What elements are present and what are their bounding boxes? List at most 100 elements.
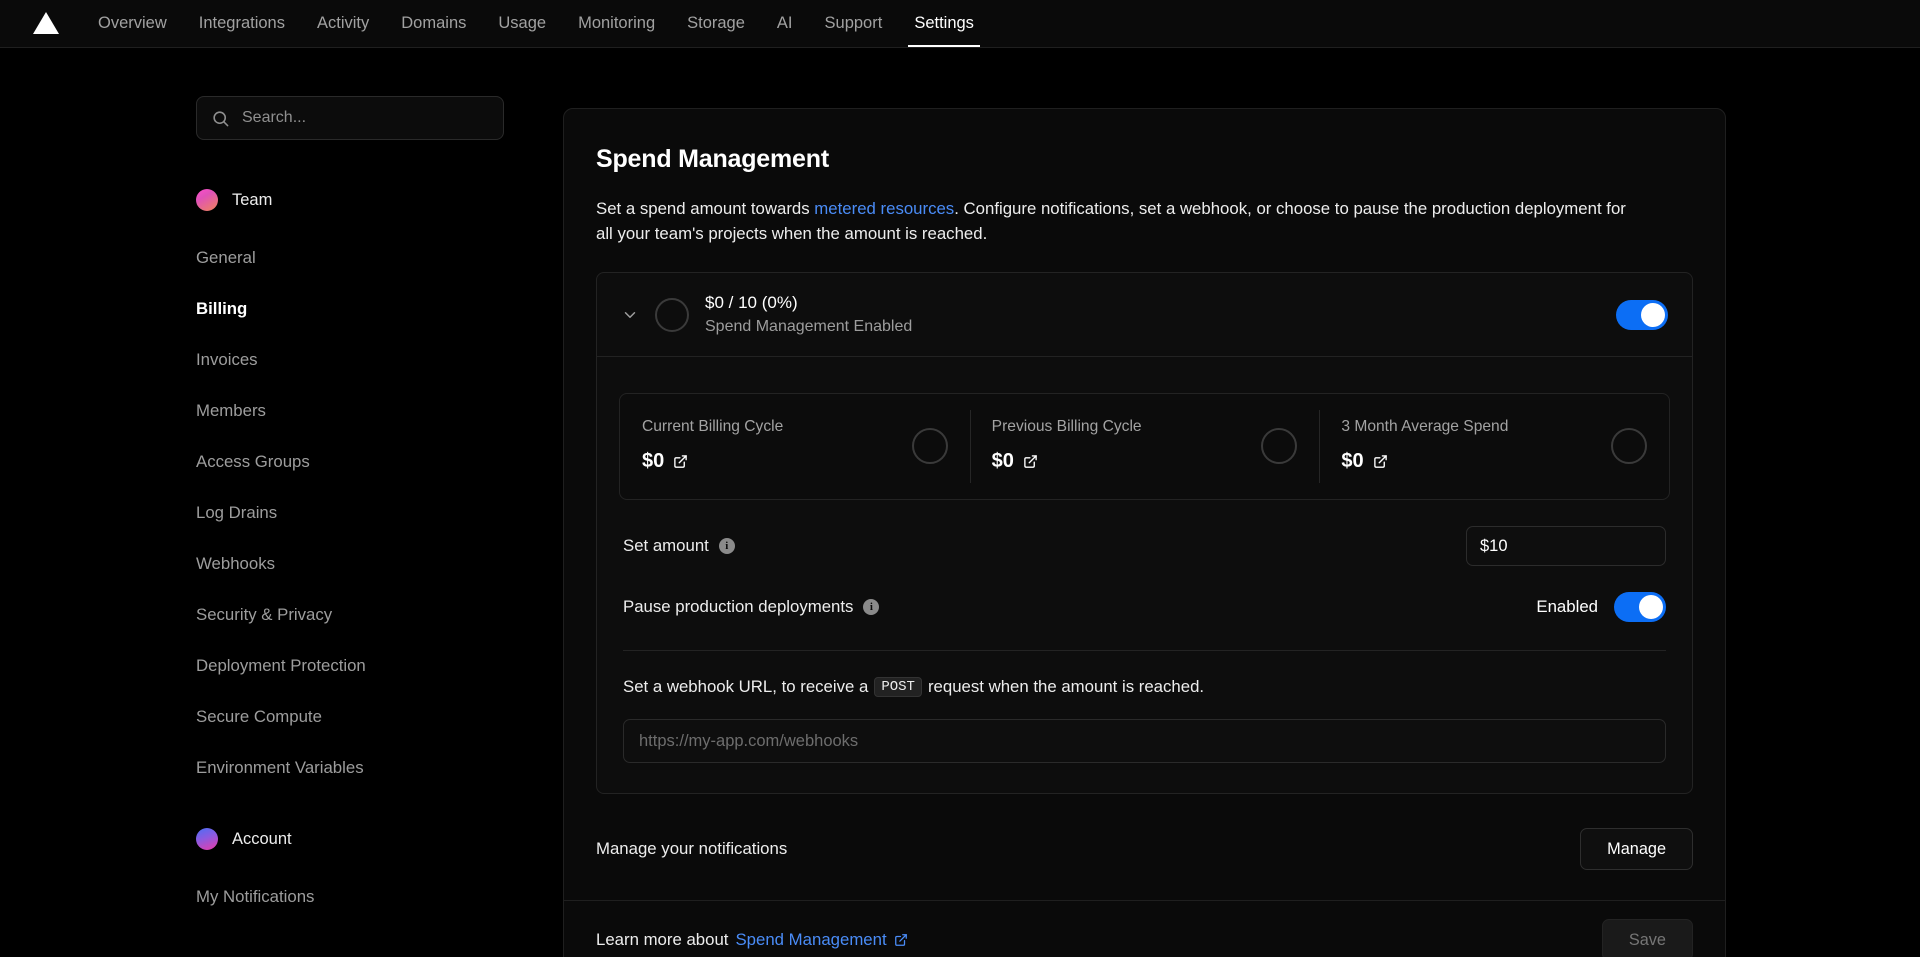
settings-sidebar: Search... Team GeneralBillingInvoicesMem… bbox=[0, 48, 563, 957]
card-footer: Learn more about Spend Management Save bbox=[564, 900, 1725, 957]
sidebar-team-items: GeneralBillingInvoicesMembersAccess Grou… bbox=[196, 232, 563, 793]
top-nav-item-usage[interactable]: Usage bbox=[482, 0, 562, 47]
cycle-text: Current Billing Cycle $0 bbox=[642, 418, 783, 473]
sidebar-item-environment-variables[interactable]: Environment Variables bbox=[196, 742, 563, 793]
webhook-url-input[interactable] bbox=[623, 719, 1666, 763]
billing-cycle-card: Current Billing Cycle $0 bbox=[620, 394, 970, 499]
pause-toggle-group: Enabled bbox=[1536, 592, 1666, 622]
set-amount-label-group: Set amount i bbox=[623, 536, 735, 556]
spend-progress-ring bbox=[655, 298, 689, 332]
top-nav-item-integrations[interactable]: Integrations bbox=[183, 0, 301, 47]
external-link-icon[interactable] bbox=[673, 454, 688, 469]
sidebar-team-section: Team GeneralBillingInvoicesMembersAccess… bbox=[196, 182, 563, 793]
sidebar-group-account[interactable]: Account bbox=[196, 821, 563, 857]
triangle-logo-icon bbox=[33, 12, 59, 34]
search-input[interactable]: Search... bbox=[196, 96, 504, 140]
top-nav-item-domains[interactable]: Domains bbox=[385, 0, 482, 47]
cycle-label: 3 Month Average Spend bbox=[1341, 418, 1508, 436]
top-nav-item-support[interactable]: Support bbox=[809, 0, 899, 47]
save-button[interactable]: Save bbox=[1602, 919, 1693, 957]
section-divider bbox=[623, 650, 1666, 651]
cycle-value-group: $0 bbox=[1341, 450, 1508, 473]
description-text-before: Set a spend amount towards bbox=[596, 199, 814, 218]
cycle-value-group: $0 bbox=[642, 450, 783, 473]
cycle-progress-ring bbox=[1261, 428, 1297, 464]
account-avatar bbox=[196, 828, 218, 850]
main-content: Spend Management Set a spend amount towa… bbox=[563, 48, 1920, 957]
info-icon[interactable]: i bbox=[719, 538, 735, 554]
spend-management-card: Spend Management Set a spend amount towa… bbox=[563, 108, 1726, 957]
sidebar-account-items: My Notifications bbox=[196, 871, 563, 922]
cycle-label: Previous Billing Cycle bbox=[992, 418, 1142, 436]
pause-state-label: Enabled bbox=[1536, 597, 1598, 617]
chevron-down-icon[interactable] bbox=[621, 306, 639, 324]
spend-management-toggle[interactable] bbox=[1616, 300, 1668, 330]
amount-input-group: USD bbox=[1466, 526, 1666, 566]
spend-status-label: Spend Management Enabled bbox=[705, 318, 1600, 336]
set-amount-row: Set amount i USD bbox=[619, 500, 1670, 566]
external-link-icon bbox=[894, 933, 908, 947]
external-link-icon[interactable] bbox=[1023, 454, 1038, 469]
pause-deployments-toggle[interactable] bbox=[1614, 592, 1666, 622]
sidebar-group-label-team: Team bbox=[232, 191, 272, 210]
sidebar-item-general[interactable]: General bbox=[196, 232, 563, 283]
sidebar-item-my-notifications[interactable]: My Notifications bbox=[196, 871, 563, 922]
top-nav-item-settings[interactable]: Settings bbox=[898, 0, 990, 47]
billing-cycle-card: Previous Billing Cycle $0 bbox=[970, 394, 1320, 499]
webhook-text-after: request when the amount is reached. bbox=[928, 677, 1204, 697]
sidebar-item-invoices[interactable]: Invoices bbox=[196, 334, 563, 385]
cycle-text: 3 Month Average Spend $0 bbox=[1341, 418, 1508, 473]
billing-cycle-cards: Current Billing Cycle$0Previous Billing … bbox=[619, 393, 1670, 500]
post-method-chip: POST bbox=[874, 677, 922, 697]
info-icon[interactable]: i bbox=[863, 599, 879, 615]
cycle-text: Previous Billing Cycle $0 bbox=[992, 418, 1142, 473]
pause-label-group: Pause production deployments i bbox=[623, 597, 879, 617]
search-placeholder-text: Search... bbox=[242, 109, 306, 127]
sidebar-item-log-drains[interactable]: Log Drains bbox=[196, 487, 563, 538]
cycle-progress-ring bbox=[1611, 428, 1647, 464]
vercel-logo[interactable] bbox=[24, 0, 68, 47]
sidebar-group-label-account: Account bbox=[232, 830, 292, 849]
spend-management-link[interactable]: Spend Management bbox=[735, 930, 886, 950]
metered-resources-link[interactable]: metered resources bbox=[814, 199, 954, 218]
top-nav-items: OverviewIntegrationsActivityDomainsUsage… bbox=[82, 0, 990, 47]
sidebar-item-deployment-protection[interactable]: Deployment Protection bbox=[196, 640, 563, 691]
pause-deployments-label: Pause production deployments bbox=[623, 597, 853, 617]
cycle-value-group: $0 bbox=[992, 450, 1142, 473]
top-navigation-bar: OverviewIntegrationsActivityDomainsUsage… bbox=[0, 0, 1920, 48]
spend-summary-row: $0 / 10 (0%) Spend Management Enabled bbox=[597, 273, 1692, 357]
top-nav-item-activity[interactable]: Activity bbox=[301, 0, 385, 47]
top-nav-item-overview[interactable]: Overview bbox=[82, 0, 183, 47]
top-nav-item-monitoring[interactable]: Monitoring bbox=[562, 0, 671, 47]
sidebar-item-billing[interactable]: Billing bbox=[196, 283, 563, 334]
card-body: Spend Management Set a spend amount towa… bbox=[564, 109, 1725, 794]
sidebar-item-secure-compute[interactable]: Secure Compute bbox=[196, 691, 563, 742]
external-link-icon[interactable] bbox=[1373, 454, 1388, 469]
top-nav-item-storage[interactable]: Storage bbox=[671, 0, 761, 47]
sidebar-item-access-groups[interactable]: Access Groups bbox=[196, 436, 563, 487]
notifications-row: Manage your notifications Manage bbox=[564, 794, 1725, 900]
learn-more-prefix: Learn more about bbox=[596, 930, 728, 950]
cycle-label: Current Billing Cycle bbox=[642, 418, 783, 436]
top-nav-item-ai[interactable]: AI bbox=[761, 0, 809, 47]
manage-button[interactable]: Manage bbox=[1580, 828, 1693, 870]
webhook-description: Set a webhook URL, to receive a POST req… bbox=[619, 677, 1670, 697]
sidebar-item-webhooks[interactable]: Webhooks bbox=[196, 538, 563, 589]
cycle-value: $0 bbox=[642, 450, 664, 473]
set-amount-label: Set amount bbox=[623, 536, 709, 556]
spend-panel-body: Current Billing Cycle$0Previous Billing … bbox=[597, 357, 1692, 793]
spend-summary-text: $0 / 10 (0%) Spend Management Enabled bbox=[705, 293, 1600, 336]
webhook-text-before: Set a webhook URL, to receive a bbox=[623, 677, 868, 697]
spend-amount-label: $0 / 10 (0%) bbox=[705, 293, 1600, 313]
amount-input[interactable] bbox=[1467, 527, 1666, 565]
pause-deployments-row: Pause production deployments i Enabled bbox=[619, 566, 1670, 622]
page-title: Spend Management bbox=[596, 145, 1693, 174]
sidebar-group-team[interactable]: Team bbox=[196, 182, 563, 218]
learn-more-text: Learn more about Spend Management bbox=[596, 930, 908, 950]
sidebar-item-security-privacy[interactable]: Security & Privacy bbox=[196, 589, 563, 640]
sidebar-item-members[interactable]: Members bbox=[196, 385, 563, 436]
page-description: Set a spend amount towards metered resou… bbox=[596, 196, 1636, 246]
team-avatar bbox=[196, 189, 218, 211]
search-icon bbox=[211, 109, 230, 128]
spend-panel: $0 / 10 (0%) Spend Management Enabled Cu… bbox=[596, 272, 1693, 794]
